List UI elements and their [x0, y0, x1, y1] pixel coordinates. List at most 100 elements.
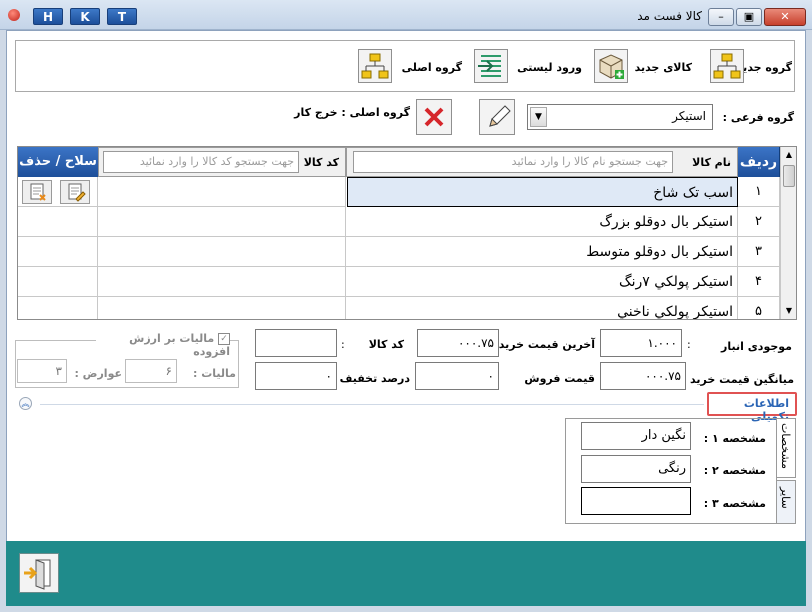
row-actions [18, 267, 98, 297]
spec2-label: مشخصه ٢ : [703, 464, 766, 477]
window-title: کالا فست مد [637, 9, 702, 23]
list-import-label: ورود لیستی [517, 61, 582, 74]
tax-field[interactable]: ۶ [125, 359, 177, 383]
box-add-icon [594, 49, 628, 83]
row-name[interactable]: استیکر پولکي ٧رنگ [346, 267, 738, 297]
tax-label: مالیات : [193, 367, 236, 380]
last-buy-label: آخرین قیمت خرید : [490, 338, 595, 351]
pencil-icon [489, 105, 511, 127]
close-icon: ✕ [780, 10, 790, 23]
extra-info-divider [40, 404, 704, 405]
code-header-label: کد کالا [303, 156, 339, 169]
stock-colon: : [687, 338, 691, 351]
spec3-field[interactable] [581, 487, 691, 515]
discount-label: درصد تخفیف [339, 372, 410, 385]
sell-price-field[interactable]: ٠ [415, 362, 499, 390]
delete-row-button[interactable] [22, 180, 52, 204]
vat-checkbox[interactable]: ✓ [218, 333, 230, 345]
stock-field[interactable]: ١.٠٠٠ [600, 329, 682, 357]
duties-label: عوارض : [74, 367, 122, 380]
new-item-label: کالای جدید [634, 61, 692, 74]
row-actions [18, 207, 98, 237]
col-header-code: کد کالا جهت جستجو کد کالا را وارد نمائید [98, 147, 346, 177]
exit-button[interactable] [19, 553, 59, 593]
h-button[interactable]: H [33, 8, 63, 25]
main-group-button[interactable]: گروه اصلی [358, 49, 462, 85]
edit-button[interactable] [479, 99, 515, 135]
group-tree-icon [358, 49, 392, 83]
last-buy-field[interactable]: ٧۵.٠٠٠ [417, 329, 499, 357]
table-row[interactable]: استیکر پولکي ٧رنگ ۴ [18, 267, 780, 297]
name-search-input[interactable]: جهت جستجو نام کالا را وارد نمائید [353, 151, 673, 173]
main-group-info-label: گروه اصلی : [337, 106, 410, 119]
subgroup-label: گروه فرعی : [722, 111, 794, 124]
duties-field[interactable]: ٣ [17, 359, 67, 383]
spec1-field[interactable]: نگین دار [581, 422, 691, 450]
list-import-button[interactable]: ورود لیستی [474, 49, 582, 85]
scroll-down-icon[interactable]: ▼ [781, 303, 796, 319]
main-group-info: گروه اصلی : خرج کار [240, 106, 410, 119]
extra-info-link[interactable]: اطلاعات تکمیلی [707, 392, 797, 423]
table-row[interactable]: اسب تک شاخ ١ [18, 177, 780, 207]
minimize-button[interactable]: – [708, 8, 734, 26]
tab-other-label: سایر [779, 487, 792, 509]
row-code [98, 267, 346, 297]
table-row[interactable]: استیکر پولکي ناخني ۵ [18, 297, 780, 319]
name-header-label: نام کالا [692, 156, 731, 169]
discount-field[interactable]: ٠ [255, 362, 337, 390]
stock-label: موجودی انبار [721, 340, 792, 353]
vat-header[interactable]: ✓ مالیات بر ارزش افزوده [96, 332, 230, 358]
scroll-up-icon[interactable]: ▲ [781, 147, 796, 163]
subgroup-value: استیکر [672, 109, 706, 123]
code-field[interactable] [255, 329, 337, 357]
row-actions [18, 237, 98, 267]
code-search-input[interactable]: جهت جستجو کد کالا را وارد نمائید [103, 151, 299, 173]
doc-delete-icon [30, 183, 46, 201]
collapse-up-icon[interactable]: ︽ [19, 397, 32, 410]
doc-edit-icon [68, 183, 86, 202]
subgroup-select[interactable]: ▼ استیکر [527, 104, 713, 130]
row-code [98, 207, 346, 237]
row-code [98, 237, 346, 267]
footer-bar [6, 541, 806, 606]
row-name[interactable]: استیکر بال دوقلو بزرگ [346, 207, 738, 237]
main-group-info-value: خرج کار [294, 106, 338, 119]
row-actions [18, 177, 98, 207]
code-colon: : [341, 338, 345, 351]
row-actions [18, 297, 98, 319]
close-button[interactable]: ✕ [764, 8, 806, 26]
edit-row-button[interactable] [60, 180, 90, 204]
spec2-field[interactable]: رنگی [581, 455, 691, 483]
row-number: ١ [738, 177, 780, 207]
maximize-button[interactable]: ▣ [736, 8, 762, 26]
k-button[interactable]: K [70, 8, 100, 25]
toolbar: گروه جدید کالای جدید ورود لیستی گروه اصل… [15, 40, 795, 92]
row-code [98, 297, 346, 319]
avg-buy-field[interactable]: ٧۵.٠٠٠ [600, 362, 686, 390]
tab-specs-label: مشخصات [779, 423, 792, 470]
list-import-icon [474, 49, 508, 83]
t-button[interactable]: T [107, 8, 137, 25]
col-header-name: نام کالا جهت جستجو نام کالا را وارد نمائ… [346, 147, 738, 177]
avg-buy-label: میانگین قیمت خرید : [681, 373, 794, 386]
items-grid: ردیف نام کالا جهت جستجو نام کالا را وارد… [17, 146, 797, 320]
table-row[interactable]: استیکر بال دوقلو بزرگ ٢ [18, 207, 780, 237]
delete-button[interactable] [416, 99, 452, 135]
table-row[interactable]: استیکر بال دوقلو متوسط ٣ [18, 237, 780, 267]
row-number: ٣ [738, 237, 780, 267]
vertical-scrollbar[interactable]: ▲ ▼ [780, 147, 796, 319]
scroll-thumb[interactable] [783, 165, 795, 187]
new-group-button[interactable]: گروه جدید [710, 49, 792, 85]
row-name[interactable]: استیکر پولکي ناخني [346, 297, 738, 319]
col-header-row[interactable]: ردیف [738, 147, 780, 177]
row-number: ۵ [738, 297, 780, 319]
tab-specs[interactable]: مشخصات [776, 418, 796, 478]
group-tree-icon [710, 49, 744, 83]
tab-other[interactable]: سایر [776, 480, 796, 524]
chevron-down-icon: ▼ [530, 107, 547, 127]
new-item-button[interactable]: کالای جدید [594, 49, 698, 85]
exit-door-icon [24, 559, 51, 590]
row-name[interactable]: استیکر بال دوقلو متوسط [346, 237, 738, 267]
row-header-label: ردیف [739, 154, 778, 170]
row-name[interactable]: اسب تک شاخ [347, 177, 738, 207]
